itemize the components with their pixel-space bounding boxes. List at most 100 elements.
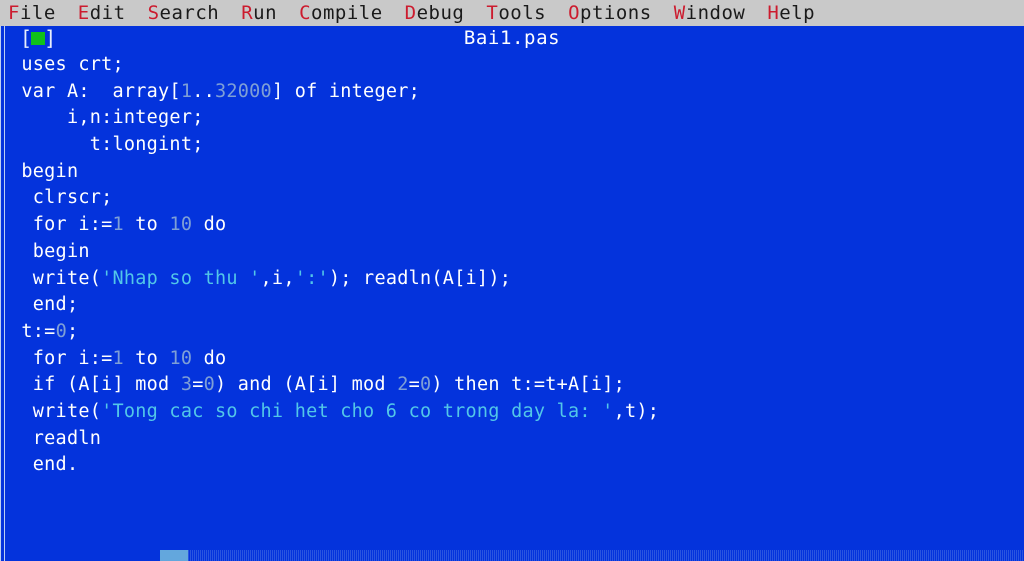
code-token-plain: if (A[i] mod — [10, 374, 181, 396]
window-frame-left-inner — [1, 26, 4, 561]
code-line[interactable]: begin — [10, 239, 1016, 266]
menu-item-hotkey: R — [241, 1, 254, 24]
window-frame-left — [0, 26, 5, 561]
code-editor-text-area[interactable]: uses crt; var A: array[1..32000] of inte… — [10, 52, 1016, 479]
menu-item-help[interactable]: Help — [767, 1, 816, 24]
menu-item-label: ools — [498, 1, 547, 24]
code-token-plain: clrscr; — [10, 187, 113, 209]
menu-item-hotkey: F — [8, 1, 20, 24]
code-token-plain: end. — [10, 454, 79, 476]
code-token-plain: ) and (A[i] mod — [215, 374, 398, 396]
code-token-plain: .. — [192, 80, 215, 102]
code-token-plain: i,n:integer; — [10, 107, 204, 129]
code-token-plain: do — [192, 214, 227, 236]
menu-item-label: earch — [159, 1, 220, 24]
code-token-num: 10 — [169, 347, 193, 369]
code-token-num: 2 — [397, 374, 409, 396]
close-button-indicator-icon[interactable] — [31, 32, 45, 45]
code-line[interactable]: begin — [10, 159, 1016, 186]
code-token-plain: ; — [66, 320, 79, 342]
code-token-num: 10 — [169, 214, 193, 236]
code-token-num: 3 — [180, 374, 193, 396]
menu-item-hotkey: S — [147, 1, 160, 24]
menu-item-hotkey: O — [568, 1, 581, 24]
menu-item-hotkey: E — [77, 1, 90, 24]
menu-item-label: ebug — [416, 1, 465, 24]
code-token-plain: ,t); — [613, 400, 660, 422]
code-line[interactable]: t:longint; — [10, 132, 1016, 159]
code-token-num: 0 — [203, 374, 215, 396]
turbo-pascal-ide-window: File Edit Search Run Compile Debug Tools Option… — [0, 0, 1024, 561]
menu-item-hotkey: D — [404, 1, 417, 24]
menu-item-label: dit — [89, 1, 126, 24]
code-token-plain: for i:= — [10, 214, 113, 236]
code-token-plain: t:= — [10, 320, 56, 342]
code-token-plain: begin — [10, 160, 79, 182]
code-line[interactable]: i,n:integer; — [10, 105, 1016, 132]
menu-item-search[interactable]: Search — [147, 1, 220, 24]
code-token-plain: uses crt; — [10, 54, 124, 75]
code-line[interactable]: readln — [10, 426, 1016, 453]
code-line[interactable]: t:=0; — [10, 319, 1016, 346]
menu-item-options[interactable]: Options — [568, 1, 652, 24]
menu-item-file[interactable]: File — [8, 1, 56, 24]
code-line[interactable]: end. — [10, 452, 1016, 479]
editor-window: [ ] Bai1.pas uses crt; var A: array[1..3… — [0, 26, 1024, 561]
menu-item-label: ompile — [311, 1, 383, 24]
code-line[interactable]: write('Nhap so thu ',i,':'); readln(A[i]… — [10, 266, 1016, 293]
code-token-num: 0 — [420, 374, 432, 396]
code-line[interactable]: end; — [10, 292, 1016, 319]
code-token-plain: to — [123, 214, 170, 236]
code-token-plain: ,i, — [260, 267, 295, 289]
menu-item-run[interactable]: Run — [241, 1, 278, 24]
code-token-plain: ); readln(A[i]); — [328, 267, 512, 289]
code-line[interactable]: for i:=1 to 10 do — [10, 212, 1016, 239]
code-token-plain: ) then t:=t+A[i]; — [431, 374, 625, 396]
menu-item-compile[interactable]: Compile — [299, 1, 383, 24]
code-token-num: 1 — [112, 347, 124, 369]
code-token-plain: write( — [10, 267, 102, 289]
code-token-plain: = — [408, 374, 420, 396]
window-title-text: Bai1.pas — [451, 27, 573, 49]
menu-item-hotkey: H — [767, 1, 780, 24]
menu-item-hotkey: C — [299, 1, 312, 24]
menu-item-window[interactable]: Window — [673, 1, 746, 24]
horizontal-scrollbar-thumb[interactable] — [160, 550, 188, 561]
code-token-plain: var A: array[ — [10, 80, 181, 102]
menu-item-hotkey: W — [673, 1, 686, 24]
menu-item-debug[interactable]: Debug — [404, 1, 465, 24]
code-token-plain: do — [192, 347, 227, 369]
menu-item-label: elp — [779, 1, 816, 24]
code-token-num: 32000 — [215, 80, 272, 102]
menu-item-label: un — [253, 1, 278, 24]
code-token-num: 1 — [112, 214, 124, 236]
code-line[interactable]: if (A[i] mod 3=0) and (A[i] mod 2=0) the… — [10, 372, 1016, 399]
horizontal-scrollbar[interactable] — [160, 550, 1024, 561]
menu-item-tools[interactable]: Tools — [486, 1, 547, 24]
code-token-str: ':' — [294, 267, 329, 289]
code-token-plain: write( — [10, 400, 102, 422]
menu-item-label: indow — [685, 1, 746, 24]
code-token-str: 'Nhap so thu ' — [101, 267, 261, 289]
window-title-bar[interactable]: [ ] Bai1.pas — [0, 26, 1024, 50]
code-token-num: 0 — [55, 320, 67, 342]
code-line[interactable]: for i:=1 to 10 do — [10, 346, 1016, 373]
code-token-plain: for i:= — [10, 347, 113, 369]
menu-item-hotkey: T — [486, 1, 499, 24]
code-token-num: 1 — [180, 80, 193, 102]
code-token-plain: = — [192, 374, 204, 396]
code-token-str: 'Tong cac so chi het cho 6 co trong day … — [101, 400, 614, 422]
menu-item-label: ile — [19, 1, 56, 24]
code-token-plain: ] of integer; — [271, 80, 420, 102]
code-token-plain: readln — [10, 427, 102, 449]
menu-item-edit[interactable]: Edit — [77, 1, 126, 24]
code-line[interactable]: write('Tong cac so chi het cho 6 co tron… — [10, 399, 1016, 426]
menu-bar: File Edit Search Run Compile Debug Tools Option… — [0, 0, 1024, 26]
code-line[interactable]: uses crt; — [10, 52, 1016, 79]
code-line[interactable]: clrscr; — [10, 185, 1016, 212]
window-title: Bai1.pas — [0, 27, 1024, 49]
code-token-plain: t:longint; — [10, 134, 204, 156]
code-line[interactable]: var A: array[1..32000] of integer; — [10, 79, 1016, 106]
code-token-plain: to — [123, 347, 170, 369]
menu-item-label: ptions — [580, 1, 652, 24]
